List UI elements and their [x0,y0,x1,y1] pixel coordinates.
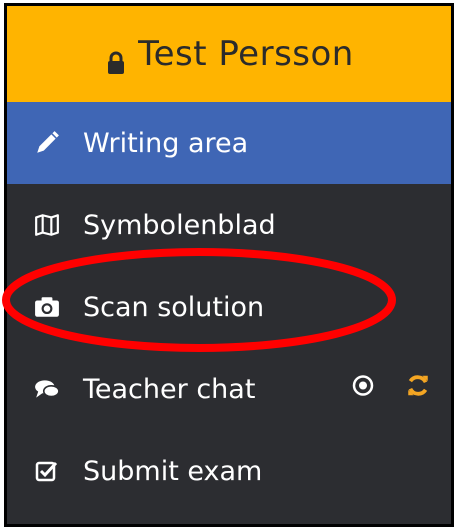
user-name: Test Persson [138,34,354,74]
target-icon[interactable] [351,374,375,405]
sidebar-item-label: Symbolenblad [83,209,276,241]
map-icon [33,211,61,239]
camera-icon [33,293,61,321]
sidebar-menu: Writing area Symbolenblad Scan solution … [7,102,451,512]
sidebar-panel: Test Persson Writing area Symbolenblad S… [4,3,454,527]
lock-icon [104,44,128,74]
checkbox-icon [33,457,61,485]
screenshot-frame: Test Persson Writing area Symbolenblad S… [0,0,460,529]
sidebar-item-label: Submit exam [83,455,263,487]
sidebar-item-submit-exam[interactable]: Submit exam [7,430,451,512]
sync-icon[interactable] [405,373,431,406]
sidebar-item-teacher-chat[interactable]: Teacher chat [7,348,451,430]
chat-icon [33,375,61,403]
pencil-icon [33,129,61,157]
user-header: Test Persson [7,6,451,102]
chat-status-icons [351,373,431,406]
sidebar-item-writing-area[interactable]: Writing area [7,102,451,184]
sidebar-item-label: Writing area [83,127,249,159]
sidebar-item-label: Teacher chat [83,373,256,405]
sidebar-item-scan-solution[interactable]: Scan solution [7,266,451,348]
sidebar-item-label: Scan solution [83,291,265,323]
sidebar-item-symbolenblad[interactable]: Symbolenblad [7,184,451,266]
